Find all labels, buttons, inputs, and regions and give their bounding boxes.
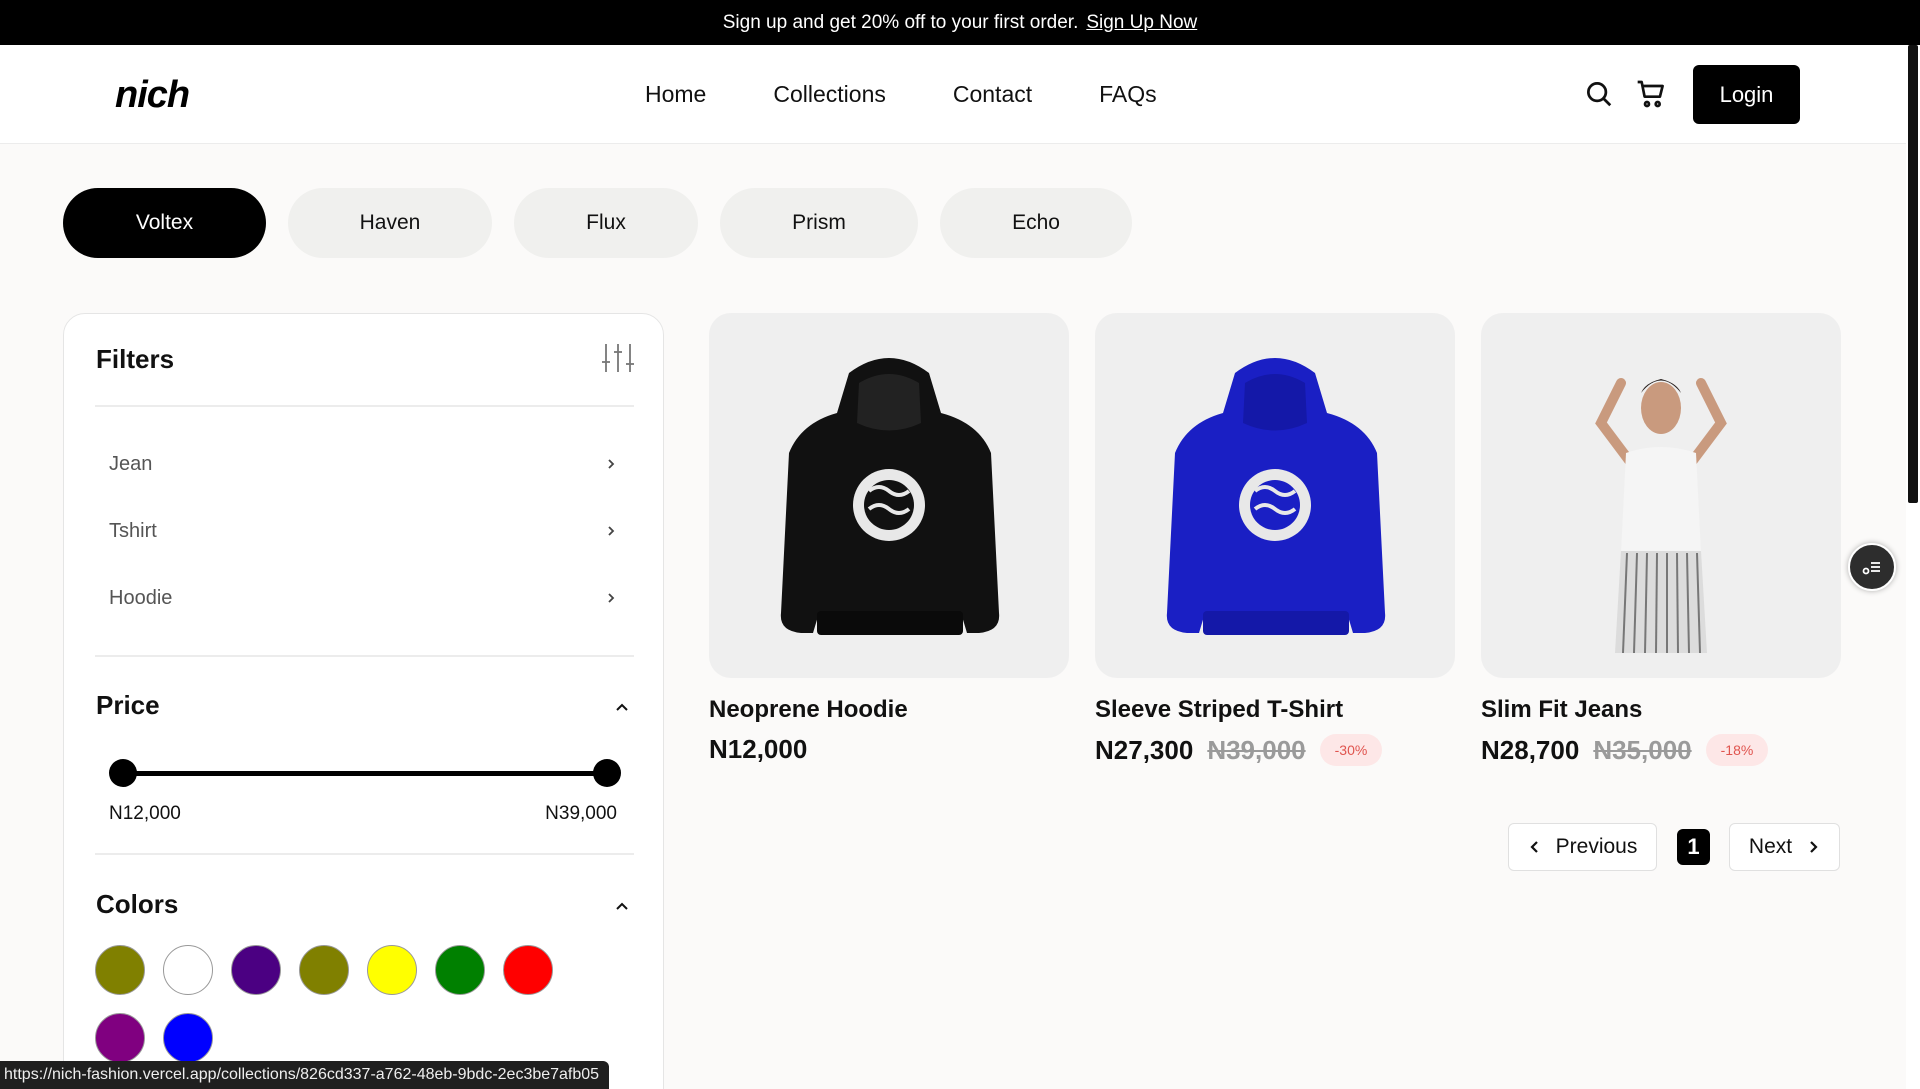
- product-image[interactable]: [709, 313, 1069, 678]
- color-swatch[interactable]: [95, 1013, 145, 1063]
- product-name[interactable]: Neoprene Hoodie: [709, 696, 1069, 724]
- promo-text: Sign up and get 20% off to your first or…: [722, 11, 1079, 33]
- color-swatch[interactable]: [163, 1013, 213, 1063]
- color-swatch[interactable]: [503, 945, 553, 995]
- promo-bar: Sign up and get 20% off to your first or…: [0, 0, 1920, 45]
- logo-text: nich: [115, 75, 189, 115]
- product-card[interactable]: Neoprene Hoodie N12,000: [709, 313, 1069, 765]
- toggle-list-icon: [1862, 562, 1880, 575]
- price-row: N28,700 N35,000 -18%: [1481, 734, 1841, 766]
- model-image: [1595, 378, 1727, 654]
- price-max-label: N39,000: [545, 803, 617, 824]
- search-button[interactable]: [1582, 77, 1616, 111]
- main-nav: Home Collections Contact FAQs: [645, 45, 1224, 144]
- blue-hoodie-image: [1166, 358, 1386, 635]
- next-label: Next: [1748, 835, 1793, 858]
- divider: [95, 853, 634, 855]
- product-name[interactable]: Sleeve Striped T-Shirt: [1095, 696, 1455, 724]
- chevron-up-icon[interactable]: [612, 896, 632, 916]
- color-swatch[interactable]: [435, 945, 485, 995]
- product-image[interactable]: [1481, 313, 1841, 678]
- chevron-right-icon: [608, 526, 615, 536]
- color-swatch[interactable]: [299, 945, 349, 995]
- chevron-right-icon: [1810, 841, 1818, 853]
- color-swatch[interactable]: [367, 945, 417, 995]
- product-price: N28,700: [1481, 734, 1580, 765]
- category-jean[interactable]: Jean: [109, 444, 619, 484]
- colors-title: Colors: [96, 889, 179, 919]
- discount-badge: -30%: [1319, 734, 1383, 766]
- next-button[interactable]: Next: [1729, 823, 1840, 871]
- sliders-icon[interactable]: [600, 340, 636, 376]
- divider: [95, 405, 634, 407]
- price-min-label: N12,000: [109, 803, 181, 824]
- product-price: N12,000: [709, 734, 808, 764]
- price-min-handle[interactable]: [109, 759, 137, 787]
- category-label: Jean: [109, 452, 153, 475]
- floating-widget-button[interactable]: [1848, 543, 1896, 591]
- category-label: Hoodie: [109, 586, 173, 609]
- pagination: Previous 1 Next: [1508, 823, 1840, 871]
- black-hoodie-image: [780, 358, 1000, 635]
- divider: [95, 655, 634, 657]
- price-slider-track[interactable]: [123, 771, 607, 776]
- category-tshirt[interactable]: Tshirt: [109, 511, 619, 551]
- nich-logo[interactable]: nich: [113, 75, 223, 115]
- price-title: Price: [96, 690, 160, 720]
- sign-up-link[interactable]: Sign Up Now: [1086, 12, 1197, 34]
- price-row: N27,300 N39,000 -30%: [1095, 734, 1455, 766]
- chevron-right-icon: [608, 459, 615, 469]
- filters-title: Filters: [96, 344, 175, 374]
- status-url-bar: https://nich-fashion.vercel.app/collecti…: [0, 1061, 610, 1089]
- product-old-price: N39,000: [1207, 734, 1306, 765]
- color-swatch[interactable]: [163, 945, 213, 995]
- price-max-handle[interactable]: [593, 759, 621, 787]
- site-header: nich Home Collections Contact FAQs Login: [0, 45, 1906, 144]
- nav-home[interactable]: Home: [645, 81, 706, 108]
- search-icon: [1587, 82, 1612, 107]
- product-name[interactable]: Slim Fit Jeans: [1481, 696, 1841, 724]
- page-1[interactable]: 1: [1677, 829, 1710, 865]
- color-swatch[interactable]: [231, 945, 281, 995]
- price-row: N12,000: [709, 734, 1069, 765]
- category-label: Tshirt: [109, 519, 157, 542]
- chevron-up-icon[interactable]: [612, 697, 632, 717]
- nav-contact[interactable]: Contact: [953, 81, 1032, 108]
- nav-collections[interactable]: Collections: [773, 81, 886, 108]
- category-hoodie[interactable]: Hoodie: [109, 578, 619, 618]
- nav-faqs[interactable]: FAQs: [1099, 81, 1157, 108]
- chevron-left-icon: [1530, 841, 1538, 853]
- cart-button[interactable]: [1634, 77, 1668, 111]
- filters-panel: Filters Jean Tshirt Hoodie Price N12,000…: [63, 313, 664, 1089]
- cart-icon: [1637, 80, 1664, 108]
- tab-voltex[interactable]: Voltex: [63, 188, 266, 258]
- previous-label: Previous: [1555, 835, 1638, 858]
- tab-echo[interactable]: Echo: [940, 188, 1132, 258]
- collection-tabs: Voltex Haven Flux Prism Echo: [63, 188, 1132, 258]
- discount-badge: -18%: [1705, 734, 1769, 766]
- login-button[interactable]: Login: [1693, 65, 1800, 124]
- product-card[interactable]: Slim Fit Jeans N28,700 N35,000 -18%: [1481, 313, 1841, 766]
- product-price: N27,300: [1095, 734, 1194, 765]
- previous-button[interactable]: Previous: [1508, 823, 1657, 871]
- tab-haven[interactable]: Haven: [288, 188, 492, 258]
- product-card[interactable]: Sleeve Striped T-Shirt N27,300 N39,000 -…: [1095, 313, 1455, 766]
- tab-prism[interactable]: Prism: [720, 188, 918, 258]
- product-image[interactable]: [1095, 313, 1455, 678]
- color-swatch[interactable]: [95, 945, 145, 995]
- scrollbar-thumb[interactable]: [1908, 45, 1918, 503]
- chevron-right-icon: [608, 593, 615, 603]
- product-old-price: N35,000: [1593, 734, 1692, 765]
- tab-flux[interactable]: Flux: [514, 188, 698, 258]
